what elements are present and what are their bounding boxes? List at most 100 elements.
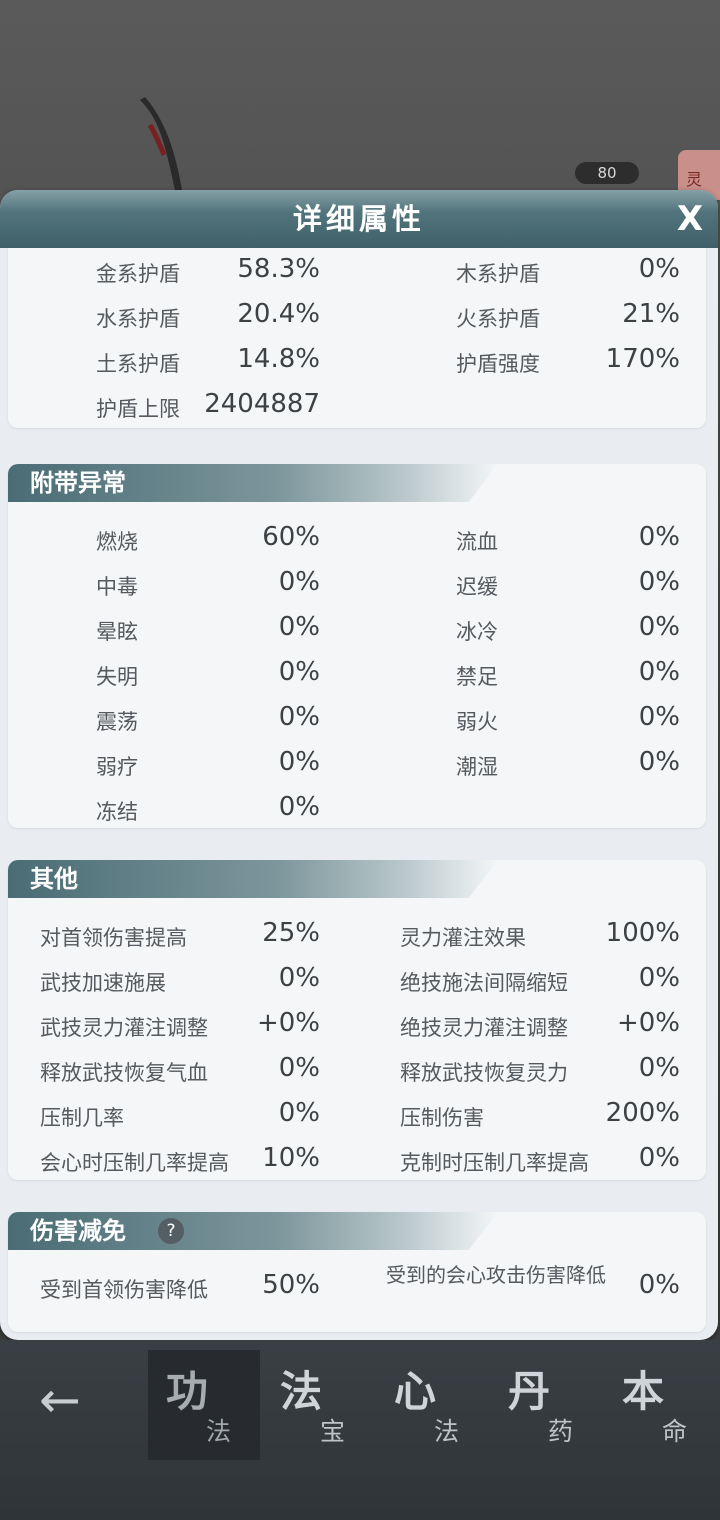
stat-label: 冻结 <box>96 800 138 824</box>
stat-value: 0% <box>638 522 680 552</box>
stat-value: 0% <box>638 254 680 284</box>
damage-reduction-section: 伤害减免 ? 受到首领伤害降低 50% 受到的会心攻击伤害降低 0% <box>8 1212 706 1332</box>
level-badge: 80 <box>575 162 639 184</box>
stat-label: 武技加速施展 <box>40 971 166 995</box>
stat-label: 释放武技恢复气血 <box>40 1061 208 1085</box>
stat-value: 14.8% <box>237 344 320 374</box>
stat-value: 0% <box>638 567 680 597</box>
bottom-nav: ← 功 法 法 宝 心 法 丹 药 本 命 <box>0 1340 720 1520</box>
stat-label: 土系护盾 <box>96 352 180 376</box>
stat-value: 0% <box>278 963 320 993</box>
stat-value: 2404887 <box>204 389 320 419</box>
stat-label: 绝技灵力灌注调整 <box>400 1016 568 1040</box>
close-button[interactable]: X <box>668 196 712 242</box>
stat-value: 25% <box>262 918 320 948</box>
stat-value: 100% <box>605 918 680 948</box>
tab-gongfa[interactable]: 功 法 <box>148 1350 260 1460</box>
abnormal-section: 附带异常 燃烧 60% 流血 0% 中毒 0% 迟缓 0% 晕眩 0% 冰冷 0… <box>8 464 706 828</box>
stat-label: 禁足 <box>456 665 498 689</box>
section-title: 伤害减免 <box>30 1217 126 1245</box>
panel-header: 详细属性 X <box>0 190 718 248</box>
section-header <box>8 860 498 898</box>
panel-content[interactable]: 金系护盾 58.3% 木系护盾 0% 水系护盾 20.4% 火系护盾 21% 土… <box>0 248 718 1340</box>
tab-label: 本 <box>622 1367 665 1416</box>
stat-value: 58.3% <box>237 254 320 284</box>
stat-value: 0% <box>278 657 320 687</box>
stat-label: 护盾强度 <box>456 352 540 376</box>
tab-sublabel: 宝 <box>320 1417 346 1446</box>
stat-value: 0% <box>638 963 680 993</box>
stat-label: 灵力灌注效果 <box>400 926 526 950</box>
section-title: 其他 <box>30 865 78 893</box>
stat-value: 0% <box>638 612 680 642</box>
tab-benming[interactable]: 本 命 <box>604 1350 716 1460</box>
stat-value: +0% <box>616 1008 680 1038</box>
stat-label: 压制伤害 <box>400 1106 484 1130</box>
stat-value: 200% <box>605 1098 680 1128</box>
panel-title: 详细属性 <box>292 202 425 236</box>
stat-value: 21% <box>622 299 680 329</box>
tab-sublabel: 命 <box>662 1417 688 1446</box>
help-icon[interactable]: ? <box>158 1218 184 1244</box>
stat-value: +0% <box>256 1008 320 1038</box>
stat-label: 流血 <box>456 530 498 554</box>
stat-label: 迟缓 <box>456 575 498 599</box>
stat-value: 10% <box>262 1143 320 1173</box>
stat-label: 会心时压制几率提高 <box>40 1151 229 1175</box>
stat-label: 受到首领伤害降低 <box>40 1278 208 1302</box>
stat-value: 0% <box>638 747 680 777</box>
detail-attributes-panel: 详细属性 X 金系护盾 58.3% 木系护盾 0% 水系护盾 20.4% 火系护… <box>0 190 718 1340</box>
tab-label: 丹 <box>508 1367 551 1416</box>
tab-sublabel: 药 <box>548 1417 574 1446</box>
stat-label: 燃烧 <box>96 530 138 554</box>
stat-value: 0% <box>638 1270 680 1300</box>
stat-label: 金系护盾 <box>96 262 180 286</box>
other-section: 其他 对首领伤害提高 25% 灵力灌注效果 100% 武技加速施展 0% 绝技施… <box>8 860 706 1180</box>
tab-sublabel: 法 <box>206 1417 232 1446</box>
weapon-silhouette <box>140 97 182 190</box>
stat-value: 170% <box>605 344 680 374</box>
stat-value: 0% <box>638 1053 680 1083</box>
stat-value: 20.4% <box>237 299 320 329</box>
stat-value: 0% <box>278 612 320 642</box>
tab-xinfa[interactable]: 心 法 <box>376 1350 488 1460</box>
stat-label: 克制时压制几率提高 <box>400 1151 589 1175</box>
stat-label: 冰冷 <box>456 620 498 644</box>
stat-value: 50% <box>262 1270 320 1300</box>
shield-section: 金系护盾 58.3% 木系护盾 0% 水系护盾 20.4% 火系护盾 21% 土… <box>8 248 706 428</box>
back-arrow-icon[interactable]: ← <box>20 1360 100 1440</box>
stat-label: 释放武技恢复灵力 <box>400 1061 568 1085</box>
stat-label: 护盾上限 <box>96 397 180 421</box>
tab-sublabel: 法 <box>434 1417 460 1446</box>
stat-value: 0% <box>638 702 680 732</box>
stat-value: 0% <box>278 747 320 777</box>
tab-danyao[interactable]: 丹 药 <box>490 1350 602 1460</box>
stat-label: 受到的会心攻击伤害降低 <box>386 1263 606 1287</box>
stat-value: 0% <box>278 567 320 597</box>
stat-label: 绝技施法间隔缩短 <box>400 971 568 995</box>
stat-label: 对首领伤害提高 <box>40 926 187 950</box>
section-title: 附带异常 <box>30 469 126 497</box>
stat-label: 武技灵力灌注调整 <box>40 1016 208 1040</box>
stat-value: 0% <box>278 1053 320 1083</box>
tab-label: 功 <box>166 1367 209 1416</box>
stat-label: 潮湿 <box>456 755 498 779</box>
stat-value: 0% <box>278 702 320 732</box>
stat-label: 木系护盾 <box>456 262 540 286</box>
stat-value: 0% <box>638 1143 680 1173</box>
stat-label: 火系护盾 <box>456 307 540 331</box>
tab-fabao[interactable]: 法 宝 <box>262 1350 374 1460</box>
stat-value: 60% <box>262 522 320 552</box>
stat-value: 0% <box>638 657 680 687</box>
stat-label: 压制几率 <box>40 1106 124 1130</box>
stat-value: 0% <box>278 1098 320 1128</box>
stat-value: 0% <box>278 792 320 822</box>
stat-label: 晕眩 <box>96 620 138 644</box>
stat-label: 水系护盾 <box>96 307 180 331</box>
stat-label: 中毒 <box>96 575 138 599</box>
tab-label: 法 <box>280 1367 323 1416</box>
stat-label: 震荡 <box>96 710 138 734</box>
stat-label: 失明 <box>96 665 138 689</box>
stat-label: 弱火 <box>456 710 498 734</box>
tab-label: 心 <box>394 1367 437 1416</box>
